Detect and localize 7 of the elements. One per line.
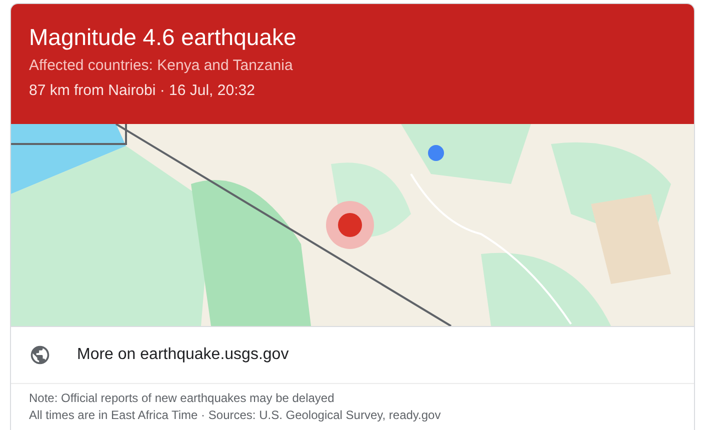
source-link[interactable]: More on earthquake.usgs.gov bbox=[77, 346, 289, 364]
footnote: All times are in East Africa Time · Sources: U.S. Geological Survey, ready.gov bbox=[29, 407, 442, 424]
affected-countries: Affected countries: Kenya and Tanzania bbox=[29, 56, 294, 76]
quake-detail: 87 km from Nairobi · 16 Jul, 20:32 bbox=[29, 81, 256, 101]
quake-title: Magnitude 4.6 earthquake bbox=[29, 23, 298, 52]
globe-icon bbox=[29, 344, 51, 366]
footnote: Note: Official reports of new earthquakes may be delayed bbox=[29, 390, 336, 407]
